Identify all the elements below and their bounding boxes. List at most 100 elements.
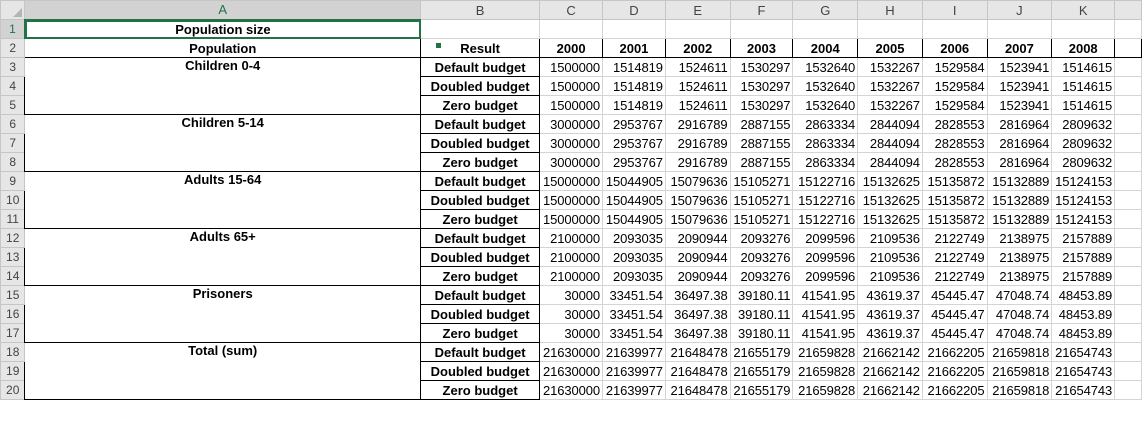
- header-year-2008[interactable]: 2008: [1051, 38, 1116, 58]
- value-cell[interactable]: 15000000: [539, 209, 604, 229]
- row-header-7[interactable]: 7: [0, 133, 26, 153]
- value-cell[interactable]: 3000000: [539, 133, 604, 153]
- value-cell[interactable]: 2157889: [1051, 228, 1116, 248]
- cell-empty[interactable]: [1051, 19, 1116, 39]
- value-cell[interactable]: 21655179: [729, 342, 794, 362]
- value-cell-partial[interactable]: [1114, 190, 1142, 210]
- value-cell[interactable]: 1523941: [986, 57, 1053, 77]
- value-cell[interactable]: 2093035: [602, 228, 666, 248]
- value-cell[interactable]: 3000000: [539, 114, 604, 134]
- header-year-2002[interactable]: 2002: [664, 38, 731, 58]
- value-cell[interactable]: 15132625: [857, 171, 923, 191]
- value-cell[interactable]: 48453.89: [1051, 285, 1116, 305]
- value-cell[interactable]: 2109536: [857, 247, 923, 267]
- row-header-1[interactable]: 1: [0, 19, 26, 39]
- cell-empty[interactable]: [419, 19, 541, 39]
- value-cell[interactable]: 2844094: [857, 114, 923, 134]
- value-cell[interactable]: 15000000: [539, 190, 604, 210]
- value-cell[interactable]: 21630000: [539, 361, 604, 381]
- value-cell-partial[interactable]: [1114, 152, 1142, 172]
- value-cell[interactable]: 2816964: [986, 152, 1053, 172]
- cell-empty[interactable]: [857, 19, 923, 39]
- value-cell[interactable]: 1524611: [664, 95, 731, 115]
- value-cell[interactable]: 30000: [539, 304, 604, 324]
- value-cell[interactable]: 41541.95: [792, 304, 859, 324]
- value-cell[interactable]: 21662142: [857, 342, 923, 362]
- value-cell[interactable]: 2093035: [602, 247, 666, 267]
- value-cell[interactable]: 1529584: [921, 76, 988, 96]
- value-cell[interactable]: 15124153: [1051, 190, 1116, 210]
- cell-empty[interactable]: [792, 19, 859, 39]
- value-cell[interactable]: 1514615: [1051, 76, 1116, 96]
- result-label-cell[interactable]: Doubled budget: [419, 76, 541, 96]
- cell-empty[interactable]: [664, 19, 731, 39]
- population-group-cell[interactable]: Total (sum): [24, 342, 421, 400]
- value-cell[interactable]: 2916789: [664, 133, 731, 153]
- value-cell[interactable]: 2122749: [921, 228, 988, 248]
- value-cell[interactable]: 15122716: [792, 190, 859, 210]
- value-cell[interactable]: 2844094: [857, 152, 923, 172]
- result-label-cell[interactable]: Default budget: [419, 114, 541, 134]
- value-cell[interactable]: 2138975: [986, 247, 1053, 267]
- value-cell[interactable]: 2863334: [792, 133, 859, 153]
- cell-a1-title[interactable]: Population size: [24, 19, 421, 39]
- value-cell[interactable]: 2809632: [1051, 133, 1116, 153]
- value-cell[interactable]: 48453.89: [1051, 323, 1116, 343]
- value-cell[interactable]: 21654743: [1051, 361, 1116, 381]
- column-header-f[interactable]: F: [729, 0, 794, 20]
- value-cell[interactable]: 2109536: [857, 266, 923, 286]
- value-cell[interactable]: 45445.47: [921, 304, 988, 324]
- value-cell[interactable]: 43619.37: [857, 323, 923, 343]
- cell-empty[interactable]: [602, 19, 666, 39]
- row-header-9[interactable]: 9: [0, 171, 26, 191]
- row-header-17[interactable]: 17: [0, 323, 26, 343]
- value-cell-partial[interactable]: [1114, 247, 1142, 267]
- result-label-cell[interactable]: Zero budget: [419, 209, 541, 229]
- value-cell[interactable]: 1524611: [664, 76, 731, 96]
- value-cell[interactable]: 2109536: [857, 228, 923, 248]
- value-cell[interactable]: 2828553: [921, 114, 988, 134]
- value-cell[interactable]: 21662205: [921, 361, 988, 381]
- value-cell[interactable]: 21659828: [792, 380, 859, 400]
- value-cell-partial[interactable]: [1114, 342, 1142, 362]
- value-cell[interactable]: 2090944: [664, 228, 731, 248]
- value-cell[interactable]: 15105271: [729, 171, 794, 191]
- value-cell[interactable]: 3000000: [539, 152, 604, 172]
- value-cell[interactable]: 36497.38: [664, 285, 731, 305]
- value-cell[interactable]: 2100000: [539, 247, 604, 267]
- value-cell[interactable]: 2887155: [729, 133, 794, 153]
- value-cell-partial[interactable]: [1114, 304, 1142, 324]
- value-cell-partial[interactable]: [1114, 380, 1142, 400]
- row-header-2[interactable]: 2: [0, 38, 26, 58]
- row-header-18[interactable]: 18: [0, 342, 26, 362]
- value-cell[interactable]: 1523941: [986, 95, 1053, 115]
- value-cell[interactable]: 1532640: [792, 57, 859, 77]
- value-cell[interactable]: 2809632: [1051, 152, 1116, 172]
- value-cell-partial[interactable]: [1114, 323, 1142, 343]
- row-header-14[interactable]: 14: [0, 266, 26, 286]
- value-cell[interactable]: 21630000: [539, 380, 604, 400]
- value-cell[interactable]: 1530297: [729, 95, 794, 115]
- cell-empty[interactable]: [986, 19, 1053, 39]
- value-cell[interactable]: 21659818: [986, 361, 1053, 381]
- value-cell-partial[interactable]: [1114, 171, 1142, 191]
- value-cell[interactable]: 21639977: [602, 361, 666, 381]
- value-cell[interactable]: 1530297: [729, 57, 794, 77]
- value-cell-partial[interactable]: [1114, 266, 1142, 286]
- result-label-cell[interactable]: Zero budget: [419, 95, 541, 115]
- value-cell[interactable]: 2122749: [921, 247, 988, 267]
- value-cell[interactable]: 15044905: [602, 190, 666, 210]
- value-cell[interactable]: 2099596: [792, 228, 859, 248]
- value-cell[interactable]: 2157889: [1051, 247, 1116, 267]
- value-cell[interactable]: 15132625: [857, 190, 923, 210]
- value-cell[interactable]: 15124153: [1051, 209, 1116, 229]
- value-cell-partial[interactable]: [1114, 76, 1142, 96]
- row-header-15[interactable]: 15: [0, 285, 26, 305]
- value-cell[interactable]: 1532640: [792, 76, 859, 96]
- value-cell[interactable]: 21659828: [792, 342, 859, 362]
- value-cell[interactable]: 41541.95: [792, 285, 859, 305]
- header-year-2006[interactable]: 2006: [921, 38, 988, 58]
- value-cell[interactable]: 15105271: [729, 209, 794, 229]
- value-cell[interactable]: 21648478: [664, 361, 731, 381]
- value-cell[interactable]: 2138975: [986, 266, 1053, 286]
